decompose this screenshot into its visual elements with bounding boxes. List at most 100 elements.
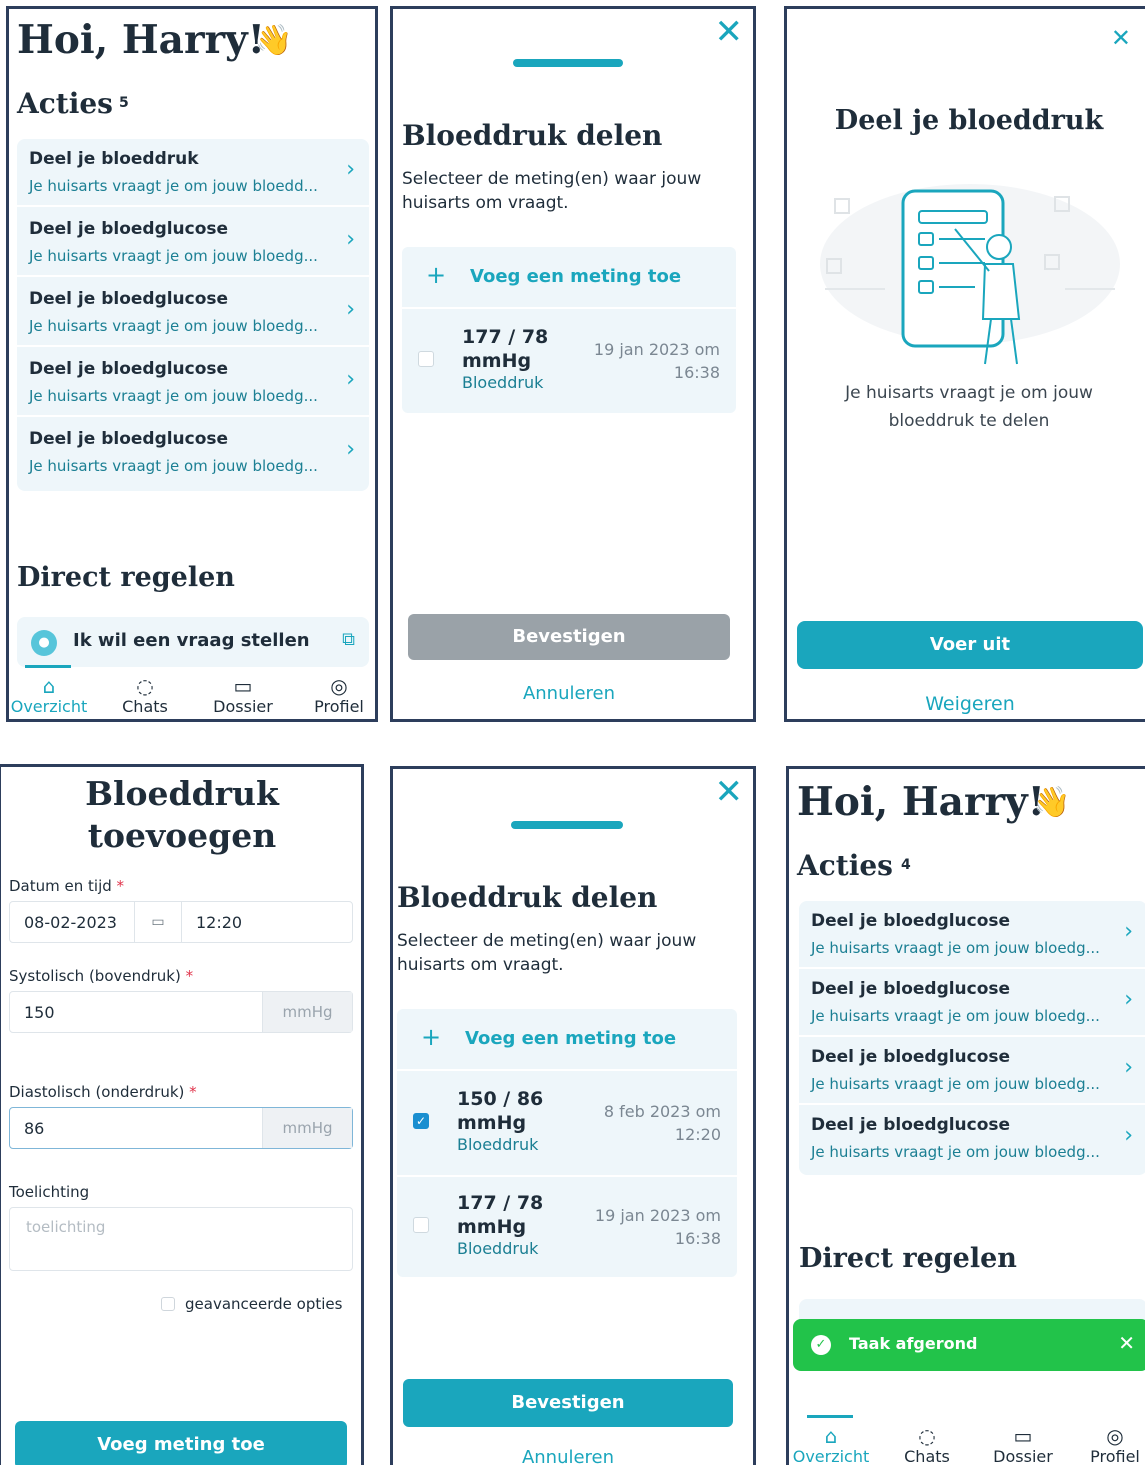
measurement-value: 177 / 78 mmHg (462, 325, 572, 373)
sheet-description: Selecteer de meting(en) waar jouw huisar… (397, 931, 697, 975)
measurement-unit: mmHg (462, 350, 532, 372)
action-item[interactable]: Deel je bloedglucose Je huisarts vraagt … (17, 349, 369, 417)
tab-overzicht[interactable]: ⌂ Overzicht (789, 1425, 873, 1465)
sheet-drag-handle[interactable] (513, 59, 623, 67)
home-icon: ⌂ (824, 1424, 838, 1448)
measurement-row-selected[interactable]: ✓ 150 / 86 mmHg Bloeddruk 8 feb 2023 om … (397, 1073, 737, 1175)
unit-addon: mmHg (262, 1108, 352, 1148)
systolic-input[interactable]: 150 (24, 1003, 55, 1022)
time-input[interactable]: 12:20 (196, 913, 242, 932)
action-subtitle: Je huisarts vraagt je om jouw bloedg... (811, 939, 1100, 957)
tab-overzicht[interactable]: ⌂ Overzicht (9, 675, 89, 716)
required-mark: * (189, 1083, 197, 1101)
task-message-line1: Je huisarts vraagt je om jouw (845, 383, 1093, 403)
check-circle-icon: ✓ (811, 1335, 831, 1355)
screen-overview-5-actions: Hoi, Harry! 👋 Acties 5 Deel je bloeddruk… (6, 6, 378, 722)
direct-heading: Direct regelen (17, 562, 235, 593)
cancel-link[interactable]: Annuleren (408, 683, 730, 704)
action-title: Deel je bloeddruk (29, 149, 199, 169)
close-icon[interactable]: ✕ (1118, 1331, 1135, 1355)
confirm-button-disabled[interactable]: Bevestigen (408, 614, 730, 660)
measurement-date: 8 feb 2023 om 12:20 (604, 1100, 721, 1146)
screen-task-detail: ✕ Deel je bloeddruk Je huisarts vraagt j… (784, 6, 1145, 722)
cancel-link[interactable]: Annuleren (403, 1447, 733, 1465)
tab-dossier[interactable]: ▭ Dossier (201, 675, 285, 716)
action-subtitle: Je huisarts vraagt je om jouw bloedg... (29, 247, 318, 265)
action-title: Deel je bloedglucose (811, 911, 1011, 931)
decline-link[interactable]: Weigeren (797, 693, 1143, 715)
actions-heading: Acties (797, 849, 893, 882)
measurement-row[interactable]: 177 / 78 mmHg Bloeddruk 19 jan 2023 om 1… (397, 1177, 737, 1279)
action-subtitle: Je huisarts vraagt je om jouw bloedg... (811, 1075, 1100, 1093)
measurement-row[interactable]: 177 / 78 mmHg Bloeddruk 19 jan 2023 om 1… (402, 311, 736, 413)
add-measurement-button[interactable]: + Voeg een meting toe (402, 247, 736, 309)
tab-chats[interactable]: ◌ Chats (885, 1425, 969, 1465)
measurement-type: Bloeddruk (462, 373, 544, 392)
tab-dossier[interactable]: ▭ Dossier (981, 1425, 1065, 1465)
measurement-date: 19 jan 2023 om 16:38 (595, 1204, 721, 1250)
actions-list: Deel je bloeddruk Je huisarts vraagt je … (17, 139, 369, 491)
action-subtitle: Je huisarts vraagt je om jouw bloedg... (29, 317, 318, 335)
date-input[interactable]: 08-02-2023 (24, 913, 117, 932)
task-message-line2: bloeddruk te delen (888, 411, 1050, 431)
actions-count-badge: 4 (901, 857, 911, 873)
action-item[interactable]: Deel je bloedglucose Je huisarts vraagt … (799, 1105, 1145, 1173)
action-item[interactable]: Deel je bloedglucose Je huisarts vraagt … (799, 969, 1145, 1037)
greeting-title: Hoi, Harry! (17, 17, 265, 63)
advanced-options-checkbox[interactable] (161, 1297, 175, 1311)
measurement-checkbox-checked[interactable]: ✓ (413, 1113, 429, 1129)
sheet-drag-handle[interactable] (511, 821, 623, 829)
actions-count-badge: 5 (119, 95, 129, 111)
tab-chats[interactable]: ◌ Chats (105, 675, 185, 716)
confirm-button[interactable]: Bevestigen (403, 1379, 733, 1427)
profile-icon: ◎ (1106, 1424, 1124, 1448)
measurement-checkbox[interactable] (413, 1217, 429, 1233)
systolic-label-text: Systolisch (bovendruk) (9, 967, 181, 985)
calendar-icon[interactable]: ▭ (134, 902, 182, 942)
close-icon[interactable]: ✕ (715, 775, 744, 809)
chat-bubble-icon: ● (31, 630, 57, 656)
action-title: Deel je bloedglucose (29, 359, 229, 379)
systolic-label: Systolisch (bovendruk) * (9, 967, 193, 985)
action-item[interactable]: Deel je bloeddruk Je huisarts vraagt je … (17, 139, 369, 207)
measurement-value-line1: 177 / 78 (457, 1192, 544, 1214)
tab-profiel[interactable]: ◎ Profiel (1077, 1425, 1145, 1465)
action-item[interactable]: Deel je bloedglucose Je huisarts vraagt … (799, 901, 1145, 969)
measurement-time: 16:38 (673, 363, 720, 382)
close-icon[interactable]: ✕ (1111, 21, 1131, 55)
add-measurement-submit[interactable]: Voeg meting toe (15, 1421, 347, 1465)
ask-question-button[interactable]: ● Ik wil een vraag stellen ⧉ (17, 617, 369, 667)
action-title: Deel je bloedglucose (29, 219, 229, 239)
measurement-list: + Voeg een meting toe 177 / 78 mmHg Bloe… (402, 247, 736, 413)
action-subtitle: Je huisarts vraagt je om jouw bloedg... (29, 387, 318, 405)
diastolic-input[interactable]: 86 (24, 1119, 44, 1138)
screen-overview-4-actions: Hoi, Harry! 👋 Acties 4 Deel je bloedgluc… (786, 766, 1145, 1465)
execute-button[interactable]: Voer uit (797, 621, 1143, 669)
sheet-description: Selecteer de meting(en) waar jouw huisar… (402, 169, 702, 213)
measurement-unit: mmHg (457, 1112, 527, 1134)
note-textarea[interactable]: toelichting (9, 1207, 353, 1271)
chevron-right-icon: › (1124, 1055, 1133, 1080)
action-title: Deel je bloedglucose (29, 289, 229, 309)
action-subtitle: Je huisarts vraagt je om jouw bloedg... (29, 457, 318, 475)
measurement-time: 16:38 (674, 1229, 721, 1248)
add-measurement-label: Voeg een meting toe (465, 1028, 677, 1049)
action-item[interactable]: Deel je bloedglucose Je huisarts vraagt … (17, 209, 369, 277)
tab-profiel[interactable]: ◎ Profiel (299, 674, 375, 716)
chat-icon: ◌ (136, 674, 154, 698)
profile-icon: ◎ (330, 674, 348, 698)
chevron-right-icon: › (1124, 987, 1133, 1012)
action-item[interactable]: Deel je bloedglucose Je huisarts vraagt … (17, 279, 369, 347)
action-item[interactable]: Deel je bloedglucose Je huisarts vraagt … (799, 1037, 1145, 1105)
measurement-checkbox[interactable] (418, 351, 434, 367)
add-measurement-button[interactable]: + Voeg een meting toe (397, 1009, 737, 1071)
close-icon[interactable]: ✕ (715, 15, 744, 49)
note-placeholder: toelichting (26, 1218, 106, 1236)
action-item[interactable]: Deel je bloedglucose Je huisarts vraagt … (17, 419, 369, 487)
form-title: Bloeddruk toevoegen (1, 773, 361, 857)
action-subtitle: Je huisarts vraagt je om jouw bloedd... (29, 177, 318, 195)
datetime-label-text: Datum en tijd (9, 877, 112, 895)
chevron-right-icon: › (1124, 919, 1133, 944)
sheet-title: Bloeddruk delen (397, 881, 658, 914)
action-subtitle: Je huisarts vraagt je om jouw bloedg... (811, 1007, 1100, 1025)
